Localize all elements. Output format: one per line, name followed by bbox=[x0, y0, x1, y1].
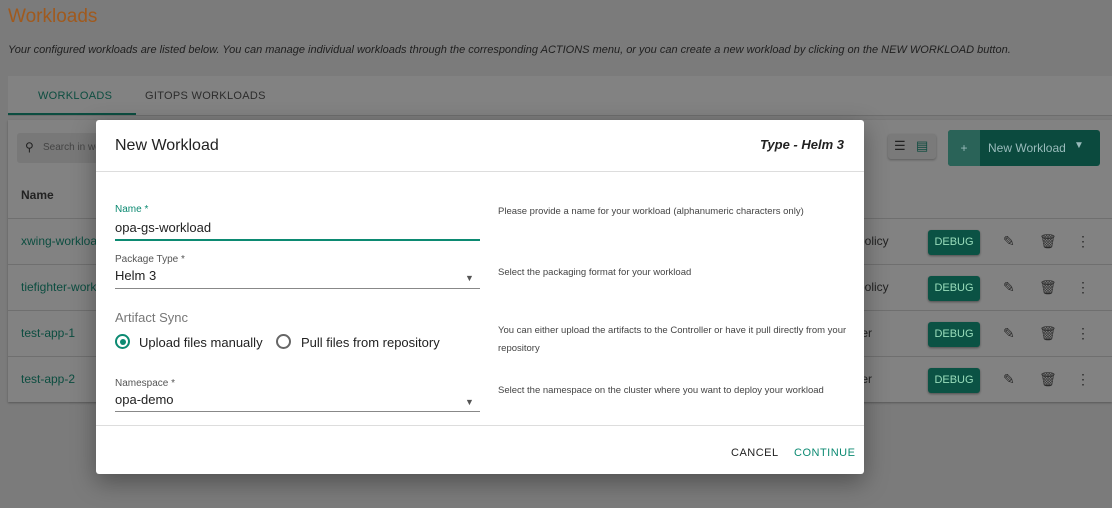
caret-down-icon[interactable]: ▼ bbox=[1074, 140, 1084, 151]
workload-name-link[interactable]: test-app-2 bbox=[21, 372, 75, 386]
edit-icon[interactable]: ✎ bbox=[1003, 371, 1015, 388]
name-label: Name * bbox=[115, 204, 149, 215]
continue-button[interactable]: CONTINUE bbox=[794, 447, 855, 459]
dialog-footer: CANCEL CONTINUE bbox=[96, 425, 864, 474]
delete-icon[interactable]: 🗑 bbox=[1039, 233, 1057, 250]
card-view-icon[interactable]: ▤ bbox=[916, 138, 928, 154]
delete-icon[interactable]: 🗑 bbox=[1039, 371, 1057, 388]
debug-button[interactable]: DEBUG bbox=[928, 322, 980, 347]
new-workload-label: New Workload bbox=[988, 141, 1066, 155]
more-icon[interactable]: ⋮ bbox=[1076, 325, 1090, 342]
more-icon[interactable]: ⋮ bbox=[1076, 371, 1090, 388]
active-tab-indicator bbox=[8, 113, 136, 115]
list-view-icon[interactable]: ☰ bbox=[894, 138, 906, 154]
debug-button[interactable]: DEBUG bbox=[928, 368, 980, 393]
dropdown-arrow-icon[interactable]: ▼ bbox=[465, 273, 474, 283]
name-column-header[interactable]: Name bbox=[21, 188, 54, 202]
artifact-sync-label: Artifact Sync bbox=[115, 310, 188, 325]
dialog-title: New Workload bbox=[115, 137, 219, 154]
page-title: Workloads bbox=[8, 6, 98, 27]
name-help: Please provide a name for your workload … bbox=[498, 206, 804, 217]
package-type-help: Select the packaging format for your wor… bbox=[498, 267, 692, 278]
tab-bar: WORKLOADS GITOPS WORKLOADS bbox=[8, 76, 1112, 116]
page-subtitle: Your configured workloads are listed bel… bbox=[8, 44, 1011, 56]
delete-icon[interactable]: 🗑 bbox=[1039, 325, 1057, 342]
name-field-underline bbox=[115, 239, 480, 241]
package-type-label: Package Type * bbox=[115, 254, 185, 265]
namespace-underline bbox=[115, 411, 480, 412]
debug-button[interactable]: DEBUG bbox=[928, 230, 980, 255]
dialog-type: Type - Helm 3 bbox=[759, 137, 844, 152]
artifact-sync-help: You can either upload the artifacts to t… bbox=[498, 325, 847, 354]
pull-from-repo-radio[interactable] bbox=[276, 334, 291, 349]
dropdown-arrow-icon[interactable]: ▼ bbox=[465, 397, 474, 407]
package-type-select[interactable]: Helm 3 bbox=[115, 268, 156, 283]
tab-workloads[interactable]: WORKLOADS bbox=[38, 90, 112, 102]
search-placeholder: Search in wo bbox=[43, 142, 101, 153]
workload-name-link[interactable]: test-app-1 bbox=[21, 326, 75, 340]
edit-icon[interactable]: ✎ bbox=[1003, 279, 1015, 296]
delete-icon[interactable]: 🗑 bbox=[1039, 279, 1057, 296]
namespace-label: Namespace * bbox=[115, 378, 176, 389]
search-icon: ⚲ bbox=[25, 140, 34, 154]
edit-icon[interactable]: ✎ bbox=[1003, 325, 1015, 342]
plus-icon: + bbox=[948, 130, 980, 166]
name-field[interactable]: opa-gs-workload bbox=[115, 220, 211, 235]
package-type-underline bbox=[115, 288, 480, 289]
cancel-button[interactable]: CANCEL bbox=[731, 447, 779, 459]
upload-manually-radio[interactable] bbox=[115, 334, 130, 349]
more-icon[interactable]: ⋮ bbox=[1076, 279, 1090, 296]
namespace-help: Select the namespace on the cluster wher… bbox=[498, 385, 824, 396]
new-workload-dialog: New Workload Type - Helm 3 Name * opa-gs… bbox=[96, 120, 864, 474]
pull-from-repo-label[interactable]: Pull files from repository bbox=[301, 335, 440, 350]
dialog-header: New Workload Type - Helm 3 bbox=[96, 120, 864, 172]
new-workload-button[interactable]: + New Workload ▼ bbox=[948, 130, 1100, 166]
tab-gitops-workloads[interactable]: GITOPS WORKLOADS bbox=[145, 90, 266, 102]
more-icon[interactable]: ⋮ bbox=[1076, 233, 1090, 250]
upload-manually-label[interactable]: Upload files manually bbox=[139, 335, 263, 350]
workload-name-link[interactable]: tiefighter-work bbox=[21, 280, 96, 294]
edit-icon[interactable]: ✎ bbox=[1003, 233, 1015, 250]
view-toggle[interactable]: ☰ ▤ bbox=[888, 134, 936, 159]
namespace-select[interactable]: opa-demo bbox=[115, 392, 174, 407]
workload-name-link[interactable]: xwing-workloa bbox=[21, 234, 97, 248]
debug-button[interactable]: DEBUG bbox=[928, 276, 980, 301]
